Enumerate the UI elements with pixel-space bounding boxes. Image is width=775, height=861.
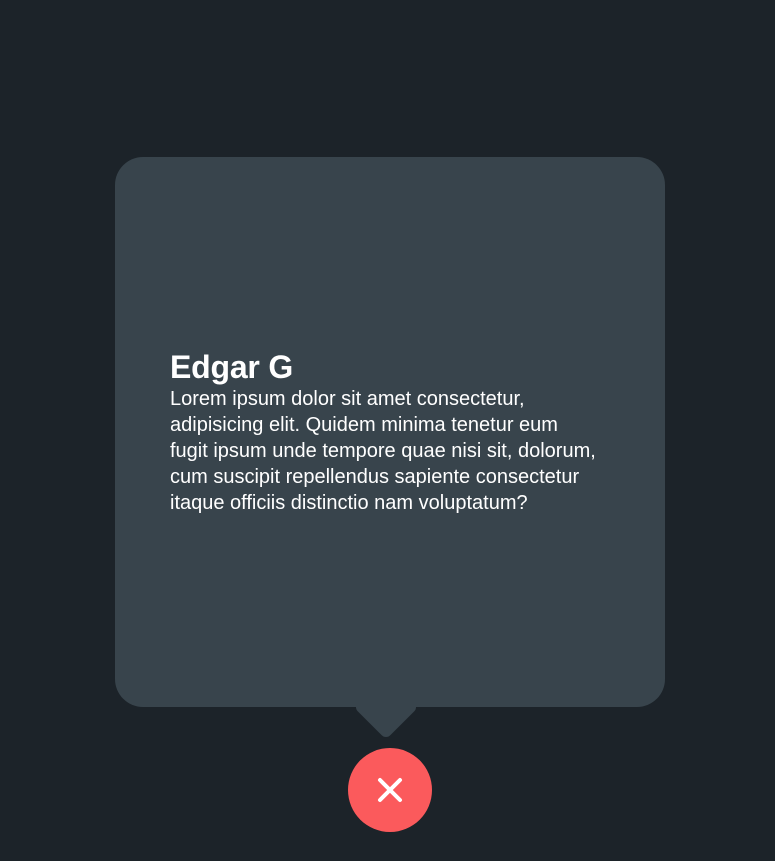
profile-card: Edgar G Lorem ipsum dolor sit amet conse… bbox=[115, 157, 665, 707]
close-button[interactable] bbox=[348, 748, 432, 832]
close-icon bbox=[378, 778, 402, 802]
card-title: Edgar G bbox=[170, 349, 294, 385]
page: Edgar G Lorem ipsum dolor sit amet conse… bbox=[0, 0, 775, 861]
card-description: Lorem ipsum dolor sit amet consectetur, … bbox=[170, 388, 596, 514]
